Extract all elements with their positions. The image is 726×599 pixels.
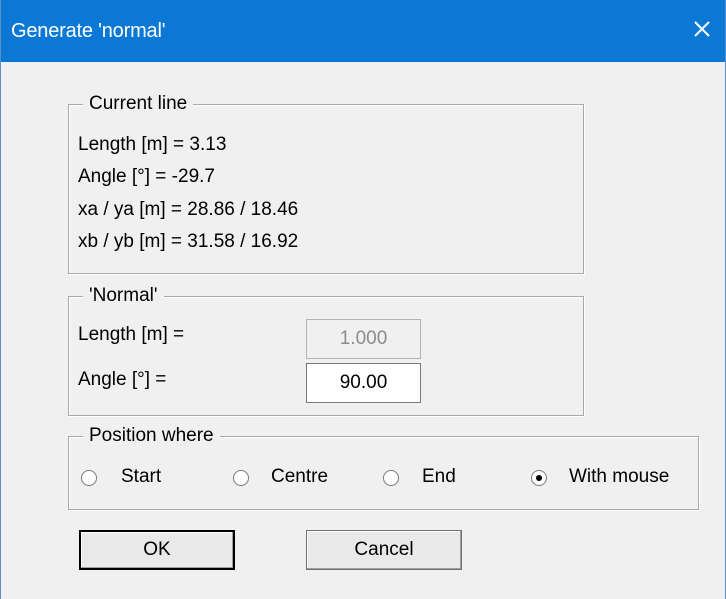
normal-legend: 'Normal' bbox=[83, 284, 164, 308]
current-xb-yb-text: xb / yb [m] = 31.58 / 16.92 bbox=[78, 231, 299, 252]
radio-start-label: Start bbox=[121, 466, 162, 487]
radio-end-label: End bbox=[422, 466, 456, 487]
normal-length-field[interactable]: 1.000 bbox=[306, 319, 421, 359]
generate-normal-dialog: Generate 'normal' Current line Length [m… bbox=[0, 0, 726, 599]
normal-angle-label: Angle [°] = bbox=[78, 369, 167, 390]
cancel-button[interactable]: Cancel bbox=[306, 530, 462, 570]
radio-centre[interactable] bbox=[233, 470, 249, 486]
current-length-text: Length [m] = 3.13 bbox=[78, 134, 227, 155]
position-legend: Position where bbox=[83, 424, 220, 448]
close-icon[interactable] bbox=[687, 14, 717, 44]
radio-centre-label: Centre bbox=[271, 466, 329, 487]
current-line-legend: Current line bbox=[83, 92, 194, 116]
radio-end[interactable] bbox=[383, 470, 399, 486]
radio-with-mouse[interactable] bbox=[531, 470, 547, 486]
current-xa-ya-text: xa / ya [m] = 28.86 / 18.46 bbox=[78, 199, 299, 220]
radio-start[interactable] bbox=[81, 470, 97, 486]
window-title: Generate 'normal' bbox=[11, 20, 166, 42]
ok-button[interactable]: OK bbox=[79, 530, 235, 570]
title-bar: Generate 'normal' bbox=[1, 0, 725, 62]
current-angle-text: Angle [°] = -29.7 bbox=[78, 166, 215, 187]
normal-length-label: Length [m] = bbox=[78, 324, 185, 345]
normal-angle-field[interactable]: 90.00 bbox=[306, 363, 421, 403]
radio-with-mouse-label: With mouse bbox=[569, 466, 670, 487]
